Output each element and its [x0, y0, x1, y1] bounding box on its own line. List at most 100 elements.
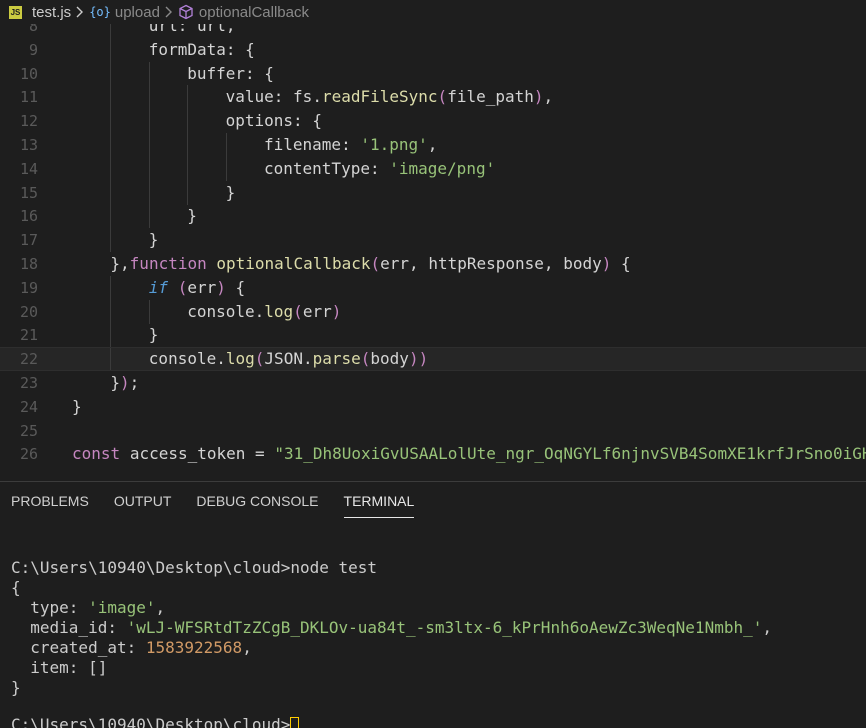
- line-number: 11: [19, 88, 38, 107]
- indent-guide: [148, 156, 150, 181]
- line-number: 23: [19, 374, 38, 392]
- indent-guide: [110, 348, 112, 371]
- code-text: if (err) {: [148, 277, 246, 297]
- line-number: 18: [19, 255, 38, 273]
- indent-guide: [110, 109, 112, 134]
- indent-guide: [187, 109, 189, 134]
- indent-guide: [148, 133, 150, 157]
- line-number: 10: [19, 64, 38, 83]
- indent-guide: [148, 204, 150, 229]
- code-line[interactable]: 25: [0, 419, 866, 443]
- terminal-cursor: [290, 717, 300, 728]
- code-text: contentType: 'image/png': [264, 158, 496, 178]
- tab-terminal[interactable]: TERMINAL: [343, 482, 414, 520]
- code-line[interactable]: 13 filename: '1.png',: [0, 133, 866, 157]
- breadcrumb-item-upload[interactable]: upload: [115, 4, 160, 21]
- code-text: filename: '1.png',: [264, 135, 438, 154]
- code-text: buffer: {: [187, 63, 274, 83]
- indent-guide: [148, 299, 150, 324]
- code-text: console.log(JSON.parse(body)): [148, 349, 429, 369]
- line-number: 22: [19, 350, 38, 369]
- chevron-right-icon: [76, 6, 84, 18]
- chevron-right-icon: [165, 6, 173, 18]
- bottom-panel: PROBLEMS OUTPUT DEBUG CONSOLE TERMINAL C…: [0, 481, 866, 728]
- indent-guide: [110, 61, 112, 86]
- code-text: }: [148, 230, 159, 250]
- indent-guide: [110, 156, 112, 181]
- terminal-line: {: [11, 578, 21, 597]
- code-text: }: [187, 206, 197, 226]
- code-line[interactable]: 23});: [0, 371, 866, 395]
- breadcrumb-item-optionalcallback[interactable]: optionalCallback: [199, 4, 309, 21]
- terminal-prompt-text: C:\Users\10940\Desktop\cloud>: [11, 715, 291, 728]
- line-number: 13: [19, 136, 38, 154]
- indent-guide: [110, 275, 112, 300]
- line-number: 26: [19, 445, 38, 464]
- code-editor[interactable]: 7request.post({8url: url,9formData: {10b…: [0, 0, 866, 481]
- indent-guide: [148, 85, 150, 110]
- terminal-line: created_at: 1583922568,: [11, 638, 252, 657]
- code-text: options: {: [225, 111, 322, 131]
- indent-guide: [110, 133, 112, 157]
- code-line[interactable]: 19 if (err) {: [0, 275, 866, 300]
- javascript-file-icon: JS: [9, 5, 22, 19]
- code-text: value: fs.readFileSync(file_path),: [225, 87, 554, 107]
- code-line[interactable]: 14 contentType: 'image/png': [0, 156, 866, 181]
- indent-guide: [110, 180, 112, 205]
- line-number: 14: [19, 159, 38, 178]
- code-line[interactable]: 10 buffer: {: [0, 61, 866, 86]
- code-text: console.log(err): [187, 301, 342, 321]
- indent-guide: [110, 323, 112, 348]
- code-line[interactable]: 12 options: {: [0, 109, 866, 134]
- line-number: 15: [19, 183, 38, 202]
- terminal-line: item: []: [11, 658, 108, 677]
- terminal-prompt[interactable]: C:\Users\10940\Desktop\cloud>: [11, 715, 300, 728]
- code-line[interactable]: 24}: [0, 395, 866, 419]
- code-line[interactable]: 18 },function optionalCallback(err, httpR…: [0, 252, 866, 276]
- code-line[interactable]: 26 const access_token = "31_Dh8UoxiGvUSAA…: [0, 442, 866, 466]
- code-line[interactable]: 21}: [0, 323, 866, 348]
- indent-guide: [225, 133, 227, 157]
- tab-debug-console[interactable]: DEBUG CONSOLE: [196, 482, 318, 520]
- code-line[interactable]: 16}: [0, 204, 866, 229]
- terminal-line: media_id: 'wLJ-WFSRtdTzZCgB_DKLOv-ua84t_…: [11, 618, 772, 637]
- indent-guide: [148, 109, 150, 134]
- breadcrumb: JS test.js {o} upload optionalCallback: [0, 0, 866, 24]
- indent-guide: [187, 133, 189, 157]
- indent-guide: [187, 180, 189, 205]
- line-number: 24: [19, 397, 38, 416]
- indent-guide: [187, 156, 189, 181]
- indent-guide: [110, 85, 112, 110]
- line-number: 16: [19, 207, 38, 226]
- indent-guide: [110, 204, 112, 229]
- code-text: }: [72, 396, 82, 416]
- line-number: 19: [19, 278, 38, 297]
- code-text: formData: {: [148, 39, 255, 59]
- code-line[interactable]: 11 value: fs.readFileSync(file_path),: [0, 85, 866, 110]
- line-number: 25: [19, 421, 38, 440]
- terminal-output[interactable]: C:\Users\10940\Desktop\cloud>node test{ …: [11, 558, 772, 698]
- code-line[interactable]: 9 formData: {: [0, 37, 866, 62]
- breadcrumb-file[interactable]: test.js: [32, 4, 71, 21]
- code-text: }: [225, 182, 236, 202]
- code-line[interactable]: 17}: [0, 228, 866, 253]
- line-number: 9: [28, 40, 38, 59]
- line-number: 21: [19, 326, 38, 345]
- line-number: 20: [19, 302, 38, 321]
- code-text: },function optionalCallback(err, httpRes…: [110, 254, 631, 273]
- code-line[interactable]: 15}: [0, 180, 866, 205]
- tab-problems[interactable]: PROBLEMS: [11, 482, 89, 520]
- code-text: const access_token = "31_Dh8UoxiGvUSAALo…: [72, 444, 866, 464]
- code-line[interactable]: 22 console.log(JSON.parse(body)): [0, 347, 866, 372]
- code-line[interactable]: 20 console.log(err): [0, 299, 866, 324]
- tab-output[interactable]: OUTPUT: [114, 482, 172, 520]
- line-number: 17: [19, 231, 38, 250]
- code-text: }: [148, 325, 159, 345]
- terminal-line: }: [11, 678, 21, 697]
- function-cube-icon: [178, 4, 194, 20]
- indent-guide: [110, 37, 112, 62]
- line-number: 12: [19, 112, 38, 131]
- indent-guide: [187, 85, 189, 110]
- terminal-line: type: 'image',: [11, 598, 166, 617]
- module-icon: {o}: [89, 5, 111, 19]
